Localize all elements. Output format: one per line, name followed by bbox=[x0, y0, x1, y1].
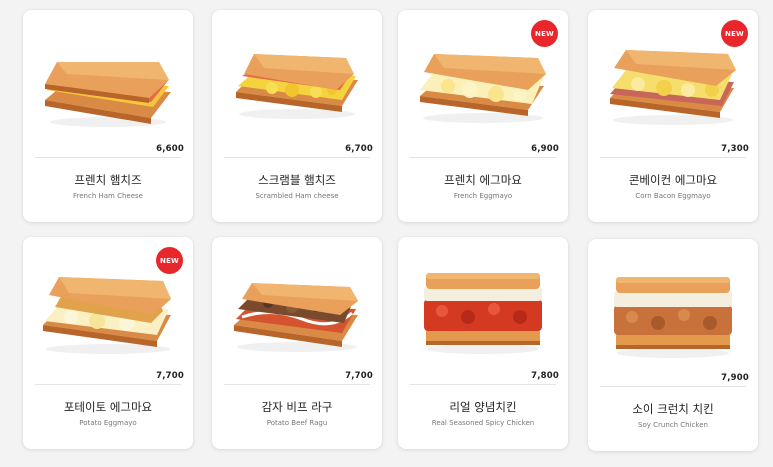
price: 7,800 bbox=[531, 371, 559, 381]
product-name-english: French Ham Cheese bbox=[73, 192, 143, 200]
price: 7,700 bbox=[345, 371, 373, 381]
product-name-english: Scrambled Ham cheese bbox=[255, 192, 339, 200]
product-name[interactable]: 소이 크런치 치킨 bbox=[588, 401, 758, 417]
menu-card[interactable]: 7,800 리얼 양념치킨 Real Seasoned Spicy Chicke… bbox=[398, 237, 568, 449]
divider bbox=[600, 157, 746, 158]
divider bbox=[410, 157, 556, 158]
price: 7,900 bbox=[721, 373, 749, 383]
new-badge: NEW bbox=[156, 247, 183, 274]
product-name-english: Potato Eggmayo bbox=[79, 419, 137, 427]
divider bbox=[35, 384, 181, 385]
price: 7,300 bbox=[721, 144, 749, 154]
sandwich-image bbox=[236, 54, 358, 119]
menu-card[interactable]: 6,700 스크램블 햄치즈 Scrambled Ham cheese bbox=[212, 10, 382, 222]
sandwich-image bbox=[45, 62, 171, 127]
sandwich-image bbox=[614, 277, 732, 358]
product-name-english: Potato Beef Ragu bbox=[266, 419, 328, 427]
price: 6,600 bbox=[156, 144, 184, 154]
divider bbox=[35, 157, 181, 158]
product-name-english: Soy Crunch Chicken bbox=[638, 421, 708, 429]
product-name[interactable]: 감자 비프 라구 bbox=[212, 399, 382, 415]
product-name[interactable]: 프렌치 에그마요 bbox=[398, 172, 568, 188]
divider bbox=[224, 157, 370, 158]
price: 7,700 bbox=[156, 371, 184, 381]
sandwich-image bbox=[234, 283, 358, 352]
price: 6,900 bbox=[531, 144, 559, 154]
product-name-english: Corn Bacon Eggmayo bbox=[635, 192, 711, 200]
product-name[interactable]: 스크램블 햄치즈 bbox=[212, 172, 382, 188]
menu-card[interactable]: NEW 6,900 프렌치 에그마요 French Eggmayo bbox=[398, 10, 568, 222]
price: 6,700 bbox=[345, 144, 373, 154]
menu-card[interactable]: NEW 7,300 콘베이컨 에그마요 Corn Bacon Eggmayo bbox=[588, 10, 758, 222]
product-name[interactable]: 콘베이컨 에그마요 bbox=[588, 172, 758, 188]
product-name-english: French Eggmayo bbox=[453, 192, 513, 200]
divider bbox=[600, 386, 746, 387]
menu-card[interactable]: NEW 7,700 포테이토 에그마요 Potato Eggmayo bbox=[23, 237, 193, 449]
product-name[interactable]: 리얼 양념치킨 bbox=[398, 399, 568, 415]
product-name[interactable]: 프렌치 햄치즈 bbox=[23, 172, 193, 188]
product-name[interactable]: 포테이토 에그마요 bbox=[23, 399, 193, 415]
product-name-english: Real Seasoned Spicy Chicken bbox=[431, 419, 535, 427]
new-badge: NEW bbox=[531, 20, 558, 47]
divider bbox=[410, 384, 556, 385]
menu-card[interactable]: 7,900 소이 크런치 치킨 Soy Crunch Chicken bbox=[588, 239, 758, 451]
menu-card[interactable]: 7,700 감자 비프 라구 Potato Beef Ragu bbox=[212, 237, 382, 449]
new-badge: NEW bbox=[721, 20, 748, 47]
sandwich-image bbox=[424, 273, 542, 354]
menu-card[interactable]: 6,600 프렌치 햄치즈 French Ham Cheese bbox=[23, 10, 193, 222]
divider bbox=[224, 384, 370, 385]
